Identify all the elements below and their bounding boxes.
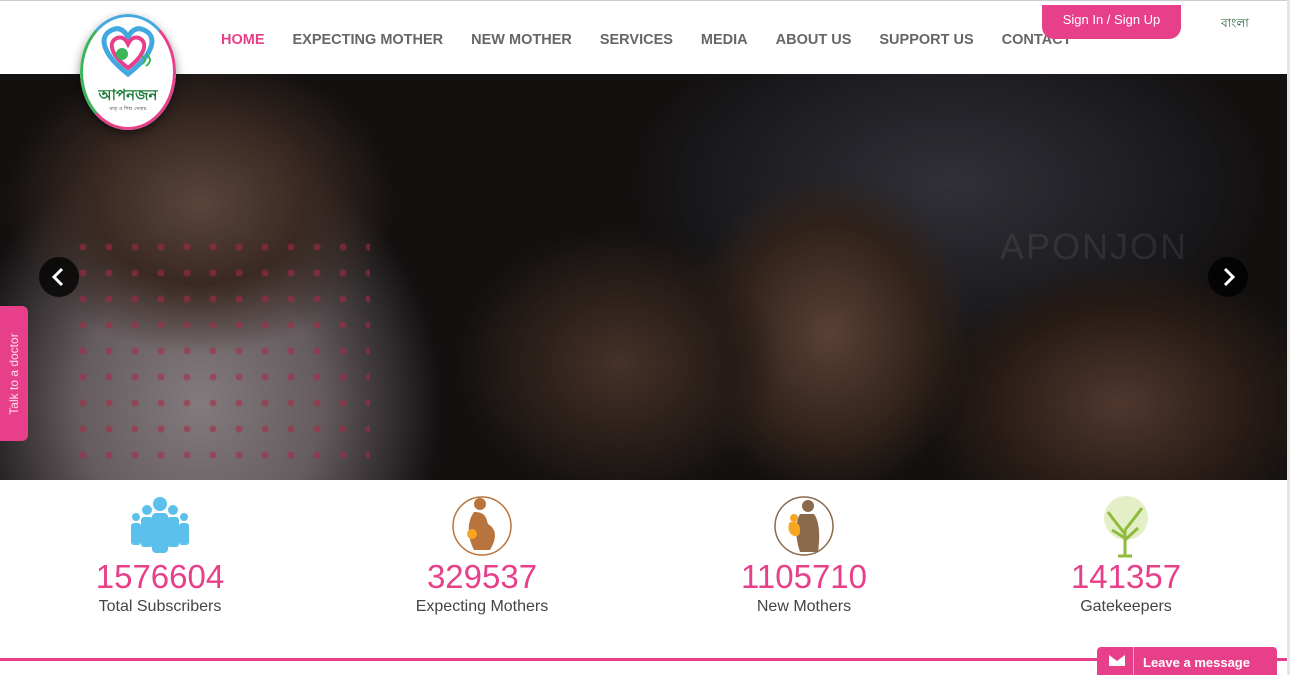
logo-tagline: মাতৃ ও শিশু সেবায় bbox=[109, 106, 147, 112]
hero-fabric-pattern bbox=[70, 234, 370, 474]
carousel-next-button[interactable] bbox=[1208, 257, 1248, 297]
leave-message-label: Leave a message bbox=[1143, 655, 1250, 670]
stat-label: Gatekeepers bbox=[1080, 598, 1172, 615]
stat-label: Expecting Mothers bbox=[415, 598, 549, 615]
stat-total-subscribers: 1576604 Total Subscribers bbox=[30, 480, 290, 616]
mother-child-icon bbox=[774, 496, 834, 556]
envelope-icon bbox=[1109, 655, 1125, 666]
logo-heart-icon bbox=[101, 26, 155, 78]
tree-icon bbox=[1104, 496, 1148, 558]
chevron-left-icon bbox=[51, 267, 64, 287]
stat-label: New Mothers bbox=[756, 598, 852, 615]
language-toggle[interactable]: বাংলা bbox=[1221, 15, 1249, 35]
people-group-icon bbox=[131, 497, 189, 553]
button-divider bbox=[1133, 647, 1134, 675]
stat-new-mothers: 1105710 New Mothers bbox=[674, 480, 934, 616]
nav-support-us[interactable]: SUPPORT US bbox=[879, 32, 973, 48]
stats-section: 1576604 Total Subscribers 329537 Expecti… bbox=[0, 480, 1287, 658]
site-logo[interactable]: আপনজন মাতৃ ও শিশু সেবায় bbox=[80, 14, 176, 130]
leave-message-button[interactable]: Leave a message bbox=[1097, 647, 1277, 675]
nav-new-mother[interactable]: NEW MOTHER bbox=[471, 32, 572, 48]
stat-gatekeepers: 141357 Gatekeepers bbox=[996, 480, 1256, 616]
nav-services[interactable]: SERVICES bbox=[600, 32, 673, 48]
hero-carousel: APONJON bbox=[0, 74, 1287, 480]
stat-value: 1576604 bbox=[95, 558, 225, 595]
sign-in-button[interactable]: Sign In / Sign Up bbox=[1042, 5, 1181, 39]
chevron-right-icon bbox=[1223, 267, 1236, 287]
section-divider bbox=[0, 658, 1287, 661]
talk-to-doctor-tab[interactable]: Talk to a doctor bbox=[0, 306, 28, 441]
nav-expecting-mother[interactable]: EXPECTING MOTHER bbox=[293, 32, 444, 48]
stat-label: Total Subscribers bbox=[98, 598, 222, 615]
stat-expecting-mothers: 329537 Expecting Mothers bbox=[352, 480, 612, 616]
stat-value: 329537 bbox=[426, 558, 538, 595]
talk-to-doctor-label: Talk to a doctor bbox=[7, 332, 21, 415]
stat-value: 1105710 bbox=[740, 558, 868, 595]
main-nav: HOME EXPECTING MOTHER NEW MOTHER SERVICE… bbox=[221, 32, 1099, 48]
pregnant-mother-icon bbox=[452, 496, 512, 556]
nav-home[interactable]: HOME bbox=[221, 32, 265, 48]
site-header: HOME EXPECTING MOTHER NEW MOTHER SERVICE… bbox=[0, 0, 1287, 75]
stat-value: 141357 bbox=[1070, 558, 1182, 595]
nav-media[interactable]: MEDIA bbox=[701, 32, 748, 48]
carousel-prev-button[interactable] bbox=[39, 257, 79, 297]
nav-about-us[interactable]: ABOUT US bbox=[776, 32, 852, 48]
hero-watermark: APONJON bbox=[1000, 226, 1189, 267]
